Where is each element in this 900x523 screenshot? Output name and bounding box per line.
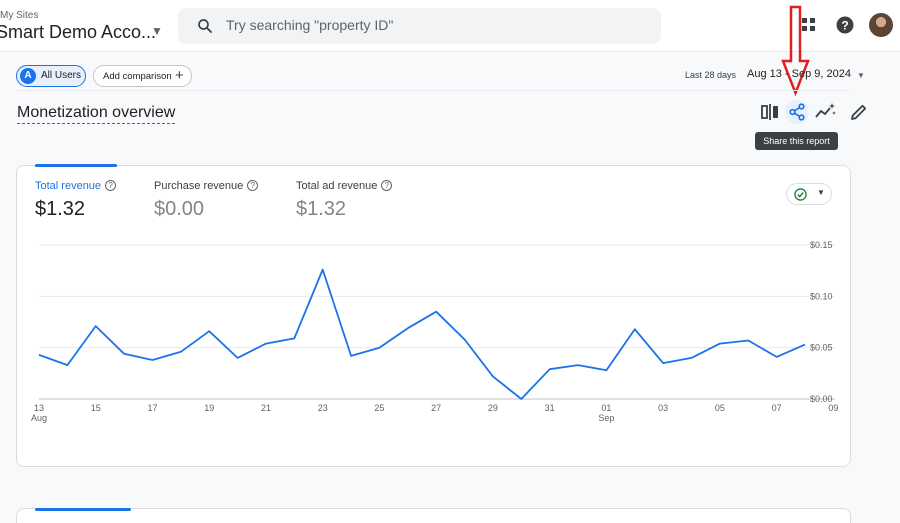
x-tick-label: 25 xyxy=(374,403,384,413)
y-tick-label: $0.15 xyxy=(810,240,833,250)
x-tick-label: 27 xyxy=(431,403,441,413)
x-tick-label: 21 xyxy=(261,403,271,413)
revenue-line-chart: $0.15$0.10$0.05$0.0013Aug15 17 19 21 23 25 27 2… xyxy=(31,240,838,423)
x-tick-label: 05 xyxy=(715,403,725,413)
active-tab-indicator xyxy=(35,508,131,511)
x-tick-label: 03 xyxy=(658,403,668,413)
x-tick-month-label: Aug xyxy=(31,413,47,423)
x-tick-label: 29 xyxy=(488,403,498,413)
x-tick-label: 17 xyxy=(147,403,157,413)
second-card xyxy=(16,508,851,523)
x-tick-month-label: Sep xyxy=(598,413,614,423)
x-tick-label: 13 xyxy=(34,403,44,413)
x-tick-label: 09 xyxy=(828,403,838,413)
x-tick-label: 31 xyxy=(545,403,555,413)
y-tick-label: $0.10 xyxy=(810,291,833,301)
series-line-total-revenue xyxy=(38,268,806,400)
x-tick-label: 15 xyxy=(91,403,101,413)
x-tick-label: 07 xyxy=(772,403,782,413)
x-tick-label: 19 xyxy=(204,403,214,413)
x-tick-label: 01 xyxy=(601,403,611,413)
x-tick-label: 23 xyxy=(318,403,328,413)
y-tick-label: $0.05 xyxy=(810,343,833,353)
